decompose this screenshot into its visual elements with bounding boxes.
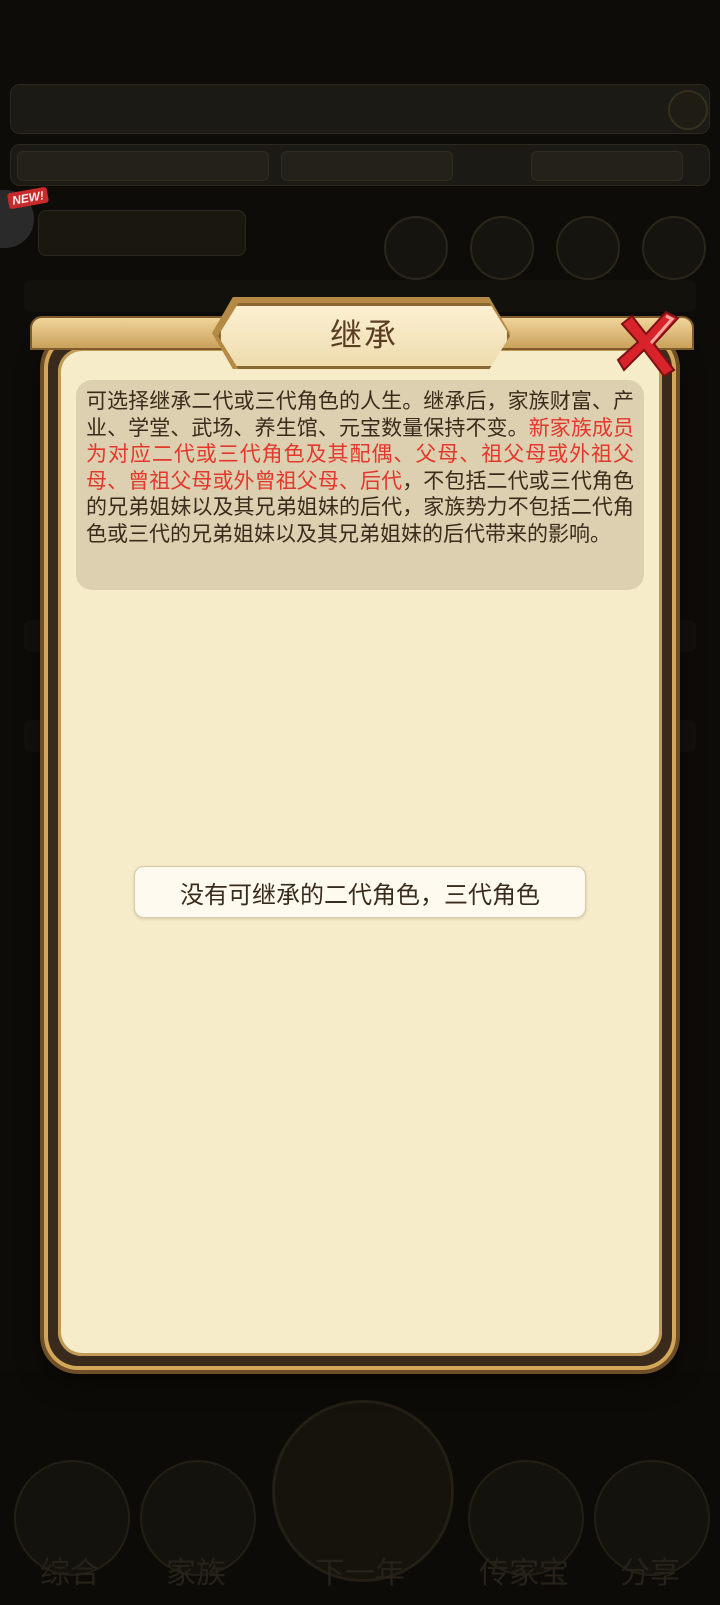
new-badge: NEW!	[6, 186, 50, 210]
nav-label: 家族	[166, 1556, 226, 1591]
help-icon	[668, 90, 708, 130]
empty-message: 没有可继承的二代角色，三代角色	[134, 866, 586, 918]
background-round-icon	[642, 216, 706, 280]
nav-label: 分享	[620, 1556, 680, 1591]
close-button[interactable]	[614, 308, 684, 378]
background-round-icon	[470, 216, 534, 280]
inherit-description: 可选择继承二代或三代角色的人生。继承后，家族财富、产业、学堂、武场、养生馆、元宝…	[76, 380, 644, 590]
background-top-bar	[10, 84, 710, 134]
dialog-title: 继承	[329, 316, 398, 354]
nav-label: 传家宝	[479, 1556, 569, 1591]
nav-label: 下一年	[315, 1556, 405, 1591]
close-x-icon	[616, 310, 680, 378]
background-round-icon	[556, 216, 620, 280]
background-pill	[38, 210, 246, 256]
background-stats-bar	[10, 144, 710, 186]
nav-label: 综合	[40, 1556, 100, 1591]
background-round-icon	[384, 216, 448, 280]
